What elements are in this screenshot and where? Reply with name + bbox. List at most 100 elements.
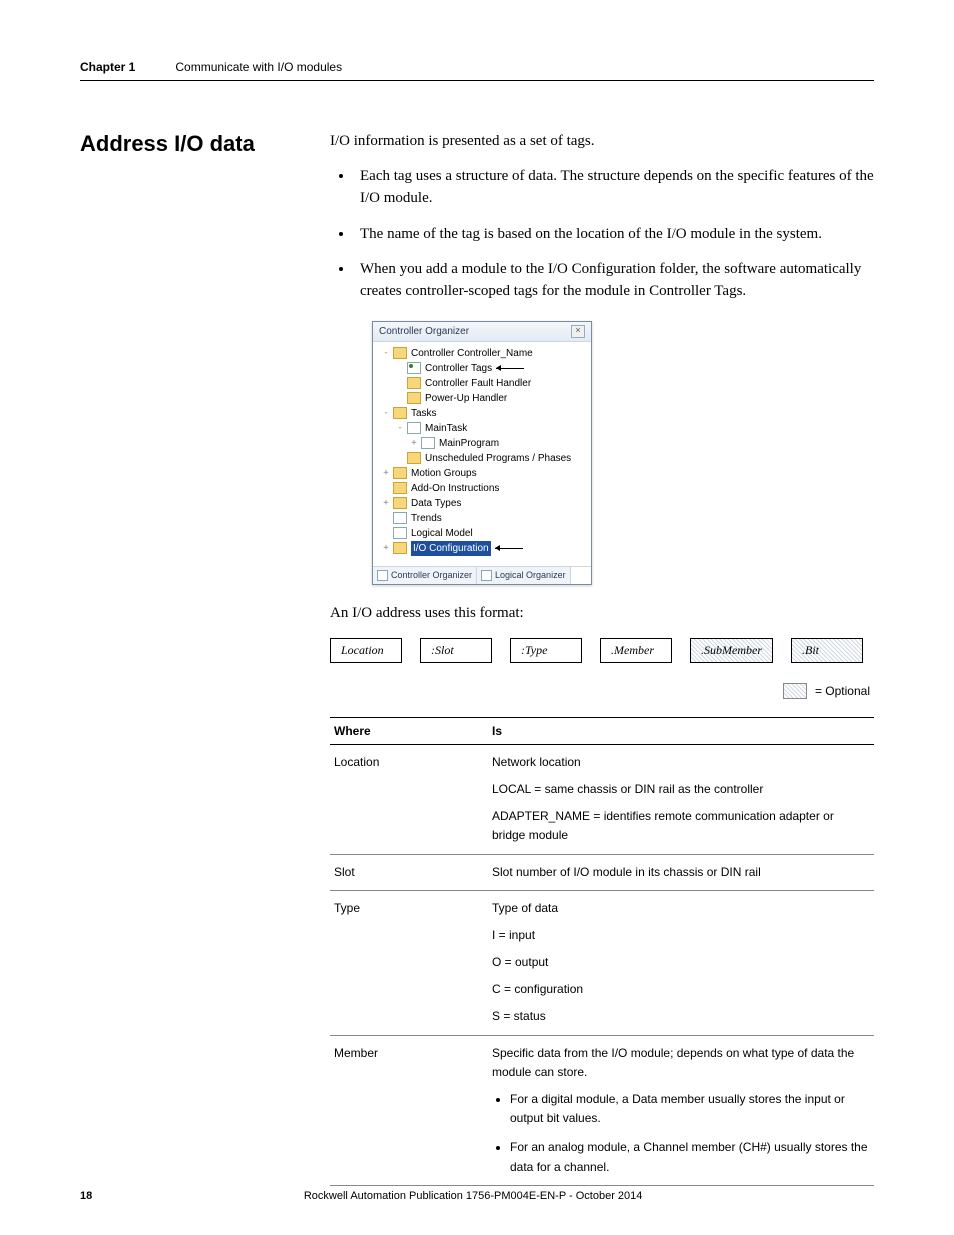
trends-icon	[393, 512, 407, 524]
organizer-titlebar: Controller Organizer ×	[373, 322, 591, 342]
format-box: .SubMember	[690, 638, 773, 663]
tree-item[interactable]: Logical Model	[377, 526, 587, 541]
expand-icon[interactable]: +	[381, 497, 391, 511]
table-cell-line: I = input	[492, 926, 870, 945]
address-format-row: Location:Slot:Type.Member.SubMember.Bit	[330, 638, 874, 663]
tree-item-label: Power-Up Handler	[425, 391, 507, 406]
table-cell-line: C = configuration	[492, 980, 870, 999]
table-cell-is: Slot number of I/O module in its chassis…	[488, 854, 874, 890]
page-number: 18	[80, 1190, 92, 1202]
table-cell-line: Network location	[492, 753, 870, 772]
tree-item[interactable]: Power-Up Handler	[377, 391, 587, 406]
close-icon[interactable]: ×	[571, 325, 585, 338]
controller-organizer-panel: Controller Organizer × - Controller Contr…	[372, 321, 592, 585]
tree-item-label: Add-On Instructions	[411, 481, 499, 496]
table-row: SlotSlot number of I/O module in its cha…	[330, 854, 874, 890]
table-cell-where: Location	[330, 744, 488, 854]
tree-item[interactable]: Add-On Instructions	[377, 481, 587, 496]
tree-item[interactable]: + I/O Configuration	[377, 541, 587, 556]
table-cell-line: Slot number of I/O module in its chassis…	[492, 863, 870, 882]
table-header-where: Where	[330, 717, 488, 744]
tree-item[interactable]: - Controller Controller_Name	[377, 346, 587, 361]
doc-icon	[407, 422, 421, 434]
bullet-item: The name of the tag is based on the loca…	[354, 224, 874, 246]
tree-item-label: Tasks	[411, 406, 437, 421]
tree-item-label: Trends	[411, 511, 442, 526]
format-box: :Type	[510, 638, 582, 663]
table-cell-where: Type	[330, 890, 488, 1035]
tab-label: Logical Organizer	[495, 570, 566, 580]
expand-icon[interactable]: +	[409, 437, 419, 451]
intro-text: I/O information is presented as a set of…	[330, 131, 874, 152]
address-definition-table: Where Is LocationNetwork locationLOCAL =…	[330, 717, 874, 1186]
table-cell-line: LOCAL = same chassis or DIN rail as the …	[492, 780, 870, 799]
format-box: :Slot	[420, 638, 492, 663]
tree-item[interactable]: + Data Types	[377, 496, 587, 511]
tree-item-label: MainProgram	[439, 436, 499, 451]
format-box: .Bit	[791, 638, 863, 663]
table-cell-is: Specific data from the I/O module; depen…	[488, 1035, 874, 1185]
tab-controller-organizer[interactable]: Controller Organizer	[373, 567, 477, 584]
table-cell-bullets: For a digital module, a Data member usua…	[492, 1090, 870, 1177]
publication-info: Rockwell Automation Publication 1756-PM0…	[92, 1190, 854, 1202]
tree-item-label: Controller Fault Handler	[425, 376, 531, 391]
collapse-icon[interactable]: -	[381, 347, 391, 361]
page-header: Chapter 1 Communicate with I/O modules	[80, 60, 874, 81]
closed-icon	[407, 392, 421, 404]
chapter-label: Chapter 1	[80, 60, 135, 74]
table-cell-line: S = status	[492, 1007, 870, 1026]
format-box: Location	[330, 638, 402, 663]
tree-item-label: I/O Configuration	[411, 541, 491, 556]
expand-icon[interactable]: +	[381, 467, 391, 481]
tree-item-label: Motion Groups	[411, 466, 477, 481]
bullet-item: Each tag uses a structure of data. The s…	[354, 166, 874, 210]
table-cell-line: Specific data from the I/O module; depen…	[492, 1044, 870, 1082]
format-intro: An I/O address uses this format:	[330, 603, 874, 624]
table-row: TypeType of data I = input O = output C = c…	[330, 890, 874, 1035]
table-cell-where: Member	[330, 1035, 488, 1185]
logical-icon	[393, 527, 407, 539]
closed-icon	[407, 452, 421, 464]
tree-item[interactable]: + MainProgram	[377, 436, 587, 451]
tree-item-label: Unscheduled Programs / Phases	[425, 451, 571, 466]
table-cell-line: O = output	[492, 953, 870, 972]
tab-label: Controller Organizer	[391, 570, 472, 580]
optional-swatch-icon	[783, 683, 807, 699]
organizer-tabs: Controller Organizer Logical Organizer	[373, 566, 591, 584]
tab-logical-organizer[interactable]: Logical Organizer	[477, 567, 571, 584]
bullet-list: Each tag uses a structure of data. The s…	[330, 166, 874, 303]
tree-item[interactable]: - Tasks	[377, 406, 587, 421]
tree-item[interactable]: + Motion Groups	[377, 466, 587, 481]
tree-item-label: Controller Controller_Name	[411, 346, 533, 361]
tree-item-label: Logical Model	[411, 526, 473, 541]
tree-item[interactable]: Controller Fault Handler	[377, 376, 587, 391]
tree-item[interactable]: Unscheduled Programs / Phases	[377, 451, 587, 466]
tree-icon	[377, 570, 388, 581]
folder-open-icon	[393, 407, 407, 419]
tree-item-label: Controller Tags	[425, 361, 492, 376]
tree-item[interactable]: -MainTask	[377, 421, 587, 436]
organizer-tree: - Controller Controller_NameController Ta…	[373, 342, 591, 566]
collapse-icon[interactable]: -	[395, 422, 405, 436]
table-row: MemberSpecific data from the I/O module;…	[330, 1035, 874, 1185]
closed-icon	[393, 497, 407, 509]
table-cell-is: Network location LOCAL = same chassis or …	[488, 744, 874, 854]
tree-icon	[481, 570, 492, 581]
collapse-icon[interactable]: -	[381, 407, 391, 421]
table-row: LocationNetwork location LOCAL = same cha…	[330, 744, 874, 854]
expand-icon[interactable]: +	[381, 542, 391, 556]
bullet-item: When you add a module to the I/O Configu…	[354, 259, 874, 303]
closed-icon	[393, 467, 407, 479]
tree-item-label: Data Types	[411, 496, 461, 511]
tree-item[interactable]: Controller Tags	[377, 361, 587, 376]
optional-legend-label: = Optional	[815, 684, 870, 698]
tree-item[interactable]: Trends	[377, 511, 587, 526]
page-footer: 18 Rockwell Automation Publication 1756-…	[80, 1190, 874, 1202]
optional-legend: = Optional	[330, 683, 874, 699]
table-cell-where: Slot	[330, 854, 488, 890]
table-cell-line: ADAPTER_NAME = identifies remote communi…	[492, 807, 870, 845]
closed-icon	[393, 482, 407, 494]
table-cell-line: Type of data	[492, 899, 870, 918]
table-cell-is: Type of data I = input O = output C = confi…	[488, 890, 874, 1035]
organizer-title-text: Controller Organizer	[379, 326, 469, 337]
